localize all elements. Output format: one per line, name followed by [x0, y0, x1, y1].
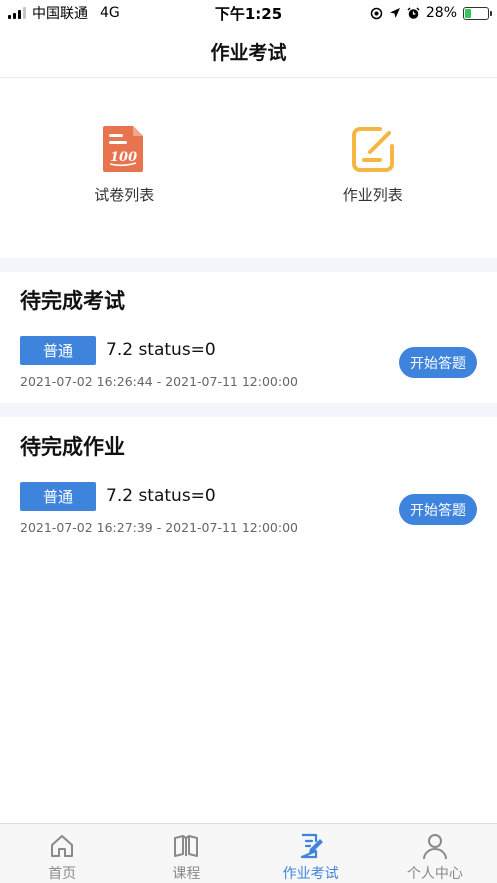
homework-start-button[interactable]: 开始答题	[399, 494, 477, 525]
exam-type-tag: 普通	[20, 336, 96, 365]
status-right: 28%	[370, 5, 492, 21]
exam-paper-icon: 100	[103, 126, 144, 172]
exam-start-button[interactable]: 开始答题	[399, 347, 477, 378]
carrier-label: 中国联通	[32, 6, 88, 22]
section-title-homework: 待完成作业	[20, 435, 125, 459]
alarm-icon	[407, 6, 420, 19]
page-title: 作业考试	[210, 42, 287, 64]
exam-list-entry[interactable]: 100 试卷列表	[0, 78, 249, 258]
entry-grid: 100 试卷列表 作业列表	[0, 78, 497, 258]
status-bar: 中国联通 4G 下午1:25 28%	[0, 0, 497, 26]
homework-list-label: 作业列表	[342, 186, 403, 204]
network-label: 4G	[100, 5, 120, 21]
tab-homework-exam[interactable]: 作业考试	[249, 824, 373, 883]
home-icon	[51, 835, 74, 857]
pending-homework-section: 待完成作业 普通 7.2 status=0 2021-07-02 16:27:3…	[0, 417, 497, 548]
section-title-exam: 待完成考试	[20, 289, 125, 313]
section-divider	[0, 258, 497, 272]
location-icon	[389, 8, 400, 18]
homework-item-name: 7.2 status=0	[106, 486, 216, 506]
homework-edit-icon	[351, 127, 394, 172]
edit-icon	[300, 833, 323, 859]
battery-percent: 28%	[425, 5, 457, 21]
user-icon	[422, 834, 447, 860]
tab-course[interactable]: 课程	[124, 824, 248, 883]
exam-list-label: 试卷列表	[94, 186, 155, 204]
homework-list-entry[interactable]: 作业列表	[249, 78, 497, 258]
pending-exam-section: 待完成考试 普通 7.2 status=0 2021-07-02 16:26:4…	[0, 272, 497, 403]
tab-profile[interactable]: 个人中心	[373, 824, 497, 883]
svg-text:100: 100	[110, 150, 137, 165]
screen-lock-icon	[370, 7, 383, 19]
homework-item-time: 2021-07-02 16:27:39 - 2021-07-11 12:00:0…	[20, 520, 298, 535]
tab-course-label: 课程	[172, 866, 201, 882]
homework-type-tag: 普通	[20, 482, 96, 511]
exam-item-time: 2021-07-02 16:26:44 - 2021-07-11 12:00:0…	[20, 374, 298, 389]
status-left: 中国联通 4G	[8, 3, 120, 23]
battery-icon	[463, 6, 492, 20]
tab-bar: 首页 课程 作业考试 个人中心	[0, 823, 497, 883]
tab-homework-exam-label: 作业考试	[282, 866, 339, 882]
tab-profile-label: 个人中心	[406, 866, 463, 882]
section-divider	[0, 403, 497, 417]
nav-bar: 作业考试	[0, 26, 497, 78]
exam-item-name: 7.2 status=0	[106, 340, 216, 360]
book-icon	[174, 835, 199, 857]
tab-home-label: 首页	[48, 866, 77, 882]
tab-home[interactable]: 首页	[0, 824, 124, 883]
signal-icon	[8, 7, 26, 19]
